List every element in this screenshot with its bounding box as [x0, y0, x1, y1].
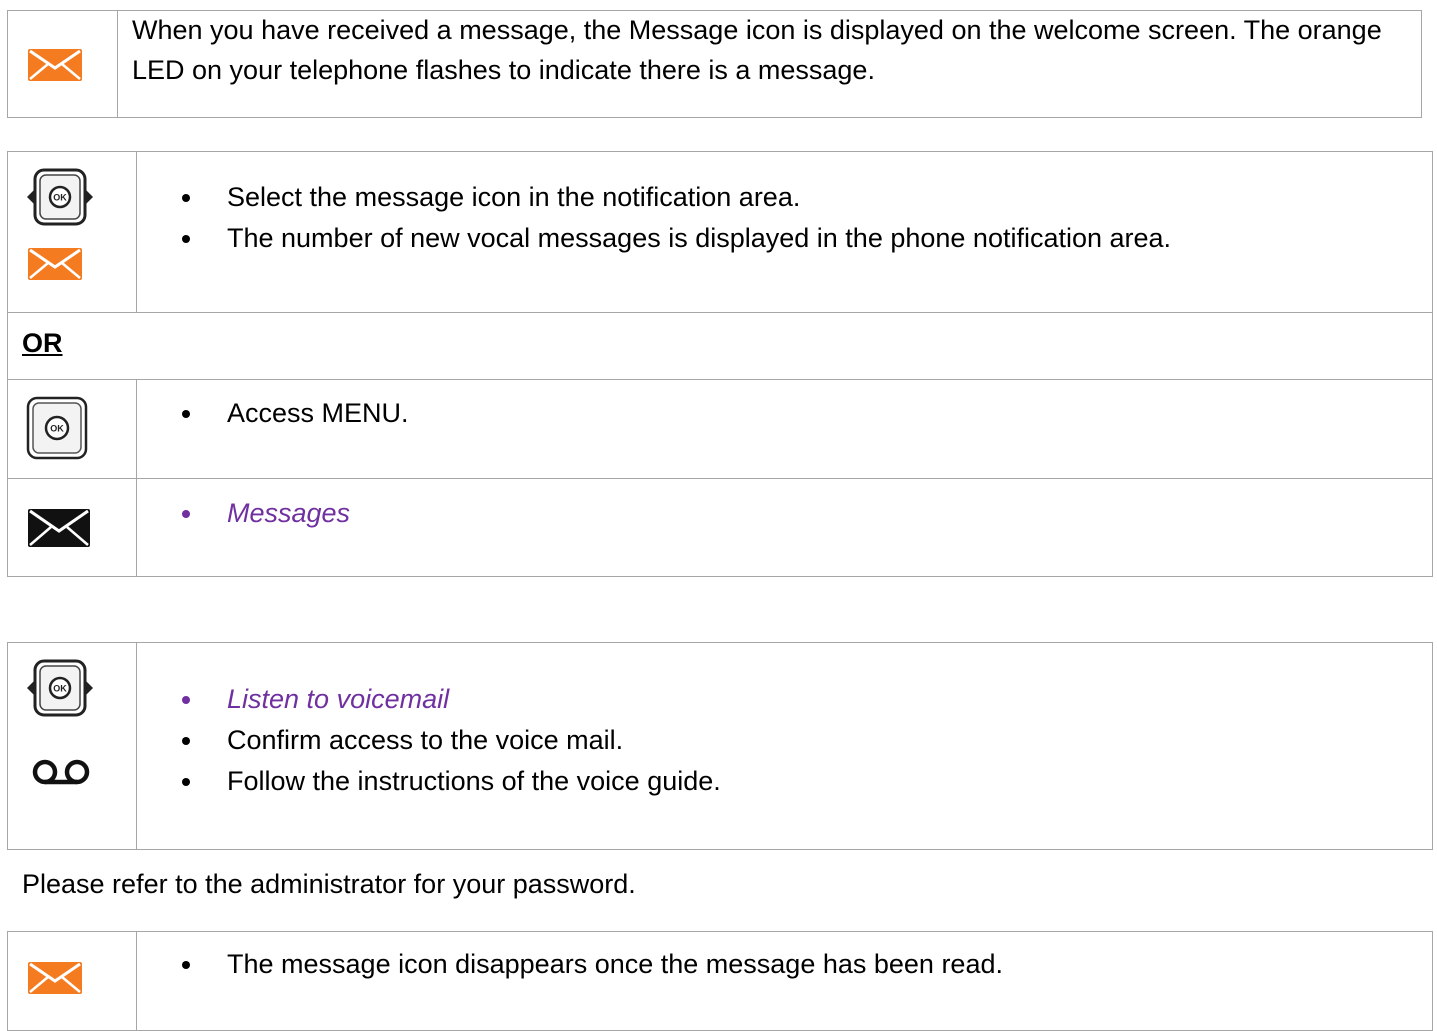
navigator-ok-arrows-icon: OK: [27, 168, 93, 226]
envelope-orange-icon: [28, 248, 82, 280]
bullet-text: Confirm access to the voice mail.: [227, 725, 624, 755]
intro-text-cell: When you have received a message, the Me…: [118, 11, 1421, 117]
bullet-dot: [182, 778, 190, 786]
bullet-dot: [182, 410, 190, 418]
consult-row-messages: Messages: [8, 479, 1432, 576]
voicemail-icon-cell: OK: [8, 643, 137, 849]
bullet-text: The number of new vocal messages is disp…: [227, 223, 1172, 253]
voicemail-icon: [32, 759, 90, 785]
bullet-dot: [182, 696, 190, 704]
final-icon-cell: [8, 932, 137, 1030]
menu-path-text: Messages: [227, 498, 351, 528]
list-item: Select the message icon in the notificat…: [137, 177, 1432, 218]
consult-table: OK Select the message icon in the notifi…: [7, 151, 1433, 577]
navigator-ok-arrows-icon: OK: [27, 659, 93, 717]
envelope-orange-icon: [28, 962, 82, 994]
bullet-text: Access MENU.: [227, 398, 409, 428]
final-text-cell: The message icon disappears once the mes…: [137, 932, 1432, 1030]
list-item: Follow the instructions of the voice gui…: [137, 761, 1432, 802]
svg-text:OK: OK: [50, 424, 64, 434]
bullet-text: Select the message icon in the notificat…: [227, 182, 801, 212]
intro-box: When you have received a message, the Me…: [7, 10, 1422, 118]
intro-text: When you have received a message, the Me…: [132, 15, 1382, 85]
list-item: The message icon disappears once the mes…: [137, 944, 1432, 985]
consult-row2-list: Access MENU.: [137, 393, 1432, 434]
svg-text:OK: OK: [53, 193, 67, 203]
final-list: The message icon disappears once the mes…: [137, 944, 1432, 985]
bullet-dot: [182, 510, 190, 518]
consult-row-or: OR: [8, 313, 1432, 380]
bullet-text: Follow the instructions of the voice gui…: [227, 766, 721, 796]
bullet-text: The message icon disappears once the mes…: [227, 949, 1003, 979]
consult-row2-icon-cell: OK: [8, 380, 137, 478]
menu-path-text: Listen to voicemail: [227, 684, 450, 714]
envelope-black-icon: [28, 509, 90, 547]
svg-text:OK: OK: [53, 684, 67, 694]
password-note: Please refer to the administrator for yo…: [22, 869, 636, 899]
consult-row1-list: Select the message icon in the notificat…: [137, 177, 1432, 259]
bullet-dot: [182, 737, 190, 745]
envelope-orange-icon: [28, 49, 82, 81]
consult-row1-text-cell: Select the message icon in the notificat…: [137, 152, 1432, 312]
final-table: The message icon disappears once the mes…: [7, 931, 1433, 1031]
consult-row-navigator: OK Select the message icon in the notifi…: [8, 152, 1432, 313]
bullet-dot: [182, 194, 190, 202]
voicemail-table: OK Listen to voicemail Confirm access to…: [7, 642, 1433, 850]
ok-key-icon: OK: [26, 396, 88, 460]
list-item: Access MENU.: [137, 393, 1432, 434]
list-item: The number of new vocal messages is disp…: [137, 218, 1432, 259]
consult-row1-icon-cell: OK: [8, 152, 137, 312]
consult-row2-text-cell: Access MENU.: [137, 380, 1432, 478]
list-item: Confirm access to the voice mail.: [137, 720, 1432, 761]
bullet-dot: [182, 961, 190, 969]
consult-row3-icon-cell: [8, 479, 137, 576]
list-item: Messages: [137, 493, 1432, 534]
list-item: Listen to voicemail: [137, 679, 1432, 720]
intro-icon-cell: [8, 11, 118, 117]
or-label: OR: [22, 328, 63, 358]
voicemail-list: Listen to voicemail Confirm access to th…: [137, 679, 1432, 802]
consult-row-ok-key: OK Access MENU.: [8, 380, 1432, 479]
bullet-dot: [182, 235, 190, 243]
consult-row3-text-cell: Messages: [137, 479, 1432, 576]
voicemail-text-cell: Listen to voicemail Confirm access to th…: [137, 643, 1432, 849]
consult-row3-list: Messages: [137, 493, 1432, 534]
